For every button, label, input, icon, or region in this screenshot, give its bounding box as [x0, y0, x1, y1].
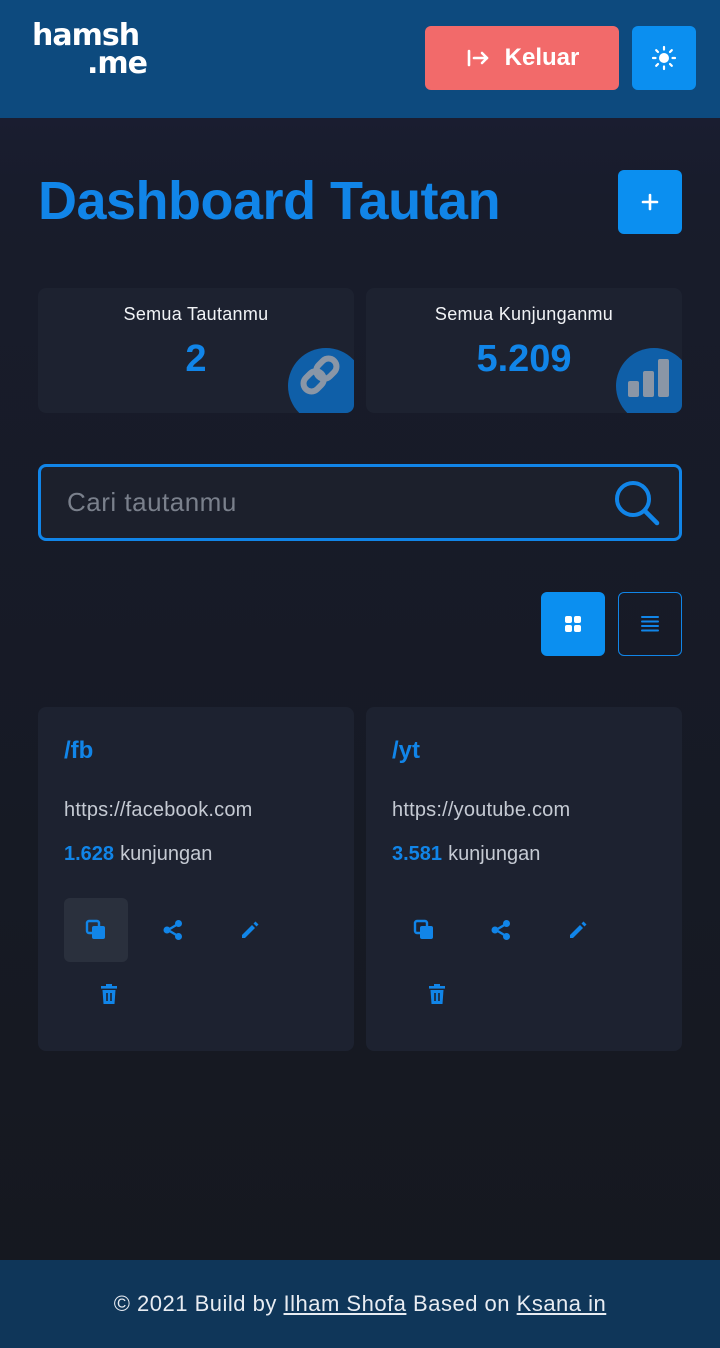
bar-chart-icon	[616, 348, 682, 413]
list-view-button[interactable]	[618, 592, 682, 656]
copy-button[interactable]	[392, 898, 456, 962]
stat-card-links: Semua Tautanmu 2	[38, 288, 354, 413]
footer-middle: Based on	[413, 1291, 511, 1316]
edit-icon	[570, 921, 587, 938]
edit-button[interactable]	[218, 898, 282, 962]
link-card: /yt https://youtube.com 3.581 kunjungan	[366, 707, 682, 1051]
project-link[interactable]: Ksana in	[517, 1291, 607, 1317]
copy-icon	[413, 919, 433, 939]
share-icon	[163, 920, 182, 940]
visit-label: kunjungan	[120, 843, 213, 865]
logo-line-2: .me	[87, 46, 148, 81]
link-url: https://youtube.com	[392, 799, 571, 821]
stat-label: Semua Tautanmu	[123, 304, 269, 324]
top-navbar: hamsh .me Keluar	[0, 0, 720, 118]
link-url: https://facebook.com	[64, 799, 253, 821]
visit-count: 3.581	[392, 843, 443, 865]
search-box	[38, 464, 682, 541]
grid-view-button[interactable]	[541, 592, 605, 656]
copy-icon	[85, 919, 105, 939]
link-icon	[288, 348, 354, 413]
visit-count: 1.628	[64, 843, 115, 865]
share-button[interactable]	[141, 898, 205, 962]
stat-card-visits: Semua Kunjunganmu 5.209	[366, 288, 682, 413]
theme-toggle-button[interactable]	[632, 26, 696, 90]
footer-prefix: © 2021 Build by	[113, 1291, 277, 1316]
logout-button[interactable]: Keluar	[425, 26, 619, 90]
delete-button[interactable]	[77, 962, 141, 1026]
logout-label: Keluar	[504, 44, 580, 71]
delete-button[interactable]	[405, 962, 469, 1026]
add-link-button[interactable]	[618, 170, 682, 234]
link-visits: 1.628 kunjungan	[64, 843, 212, 866]
stat-label: Semua Kunjunganmu	[434, 304, 614, 324]
footer: © 2021 Build by Ilham Shofa Based on Ksa…	[0, 1260, 720, 1348]
search-icon[interactable]	[613, 479, 661, 527]
copy-button[interactable]	[64, 898, 128, 962]
link-card: /fb https://facebook.com 1.628 kunjungan	[38, 707, 354, 1051]
search-input[interactable]	[67, 467, 607, 538]
delete-icon	[429, 984, 445, 1004]
delete-icon	[101, 984, 117, 1004]
page-title: Dashboard Tautan	[38, 171, 501, 231]
link-visits: 3.581 kunjungan	[392, 843, 540, 866]
share-button[interactable]	[469, 898, 533, 962]
share-icon	[491, 920, 510, 940]
sun-icon	[651, 45, 677, 71]
list-icon	[641, 616, 659, 632]
site-logo[interactable]: hamsh .me	[32, 21, 162, 81]
logout-arrow-icon	[467, 49, 488, 67]
link-slug[interactable]: /yt	[392, 737, 420, 765]
grid-icon	[565, 616, 581, 632]
edit-icon	[242, 921, 259, 938]
plus-icon	[641, 193, 659, 211]
link-slug[interactable]: /fb	[64, 737, 93, 765]
edit-button[interactable]	[546, 898, 610, 962]
author-link[interactable]: Ilham Shofa	[284, 1291, 407, 1317]
visit-label: kunjungan	[448, 843, 541, 865]
